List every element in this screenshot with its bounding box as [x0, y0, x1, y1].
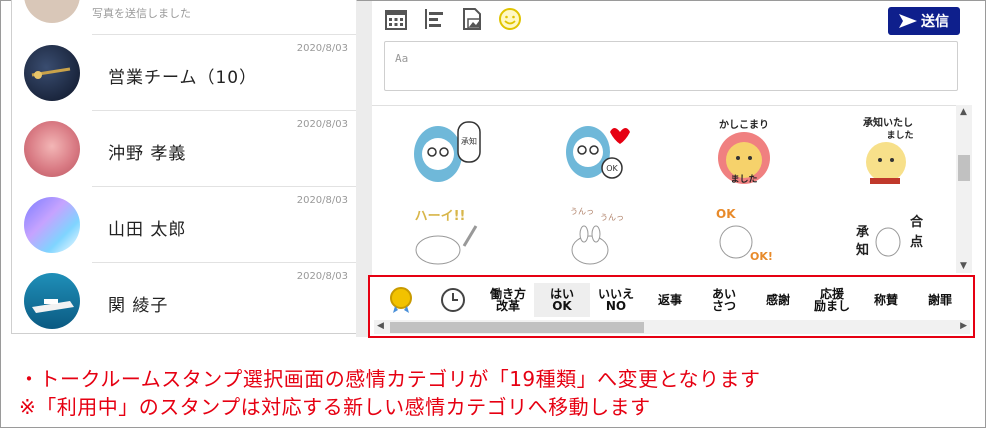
svg-text:かしこまり: かしこまり [719, 119, 769, 131]
svg-text:ハーイ!!: ハーイ!! [415, 209, 466, 224]
svg-text:OK: OK [606, 164, 618, 173]
svg-text:うんっ: うんっ [600, 213, 624, 222]
category-henji[interactable]: 返事 [642, 283, 698, 317]
notice-line-1: ・トークルームスタンプ選択画面の感情カテゴリが「19種類」へ変更となります [19, 367, 761, 391]
stamp-bear-kashikomari[interactable]: かしこまり ました [696, 114, 792, 190]
svg-text:OK!: OK! [750, 250, 773, 263]
chat-date: 2020/8/03 [296, 271, 348, 282]
category-shazai[interactable]: 謝罪 [912, 283, 968, 317]
medal-icon [390, 287, 412, 313]
avatar [24, 45, 80, 101]
scroll-up-icon[interactable]: ▲ [960, 107, 967, 117]
emoji-icon[interactable] [498, 7, 522, 31]
chat-name: 沖野 孝義 [108, 144, 187, 164]
category-iie[interactable]: いいえ NO [588, 283, 644, 317]
clock-icon [441, 288, 465, 312]
image-icon[interactable] [460, 7, 484, 31]
chat-row[interactable]: 関 綾子 2020/8/03 [12, 263, 356, 333]
svg-text:承知: 承知 [461, 136, 477, 146]
app-frame: 写真を送信しました 営業チーム（10） 2020/8/03 沖野 孝義 2020… [0, 0, 986, 428]
stamp-rabbit-ok[interactable]: OK OK! [696, 196, 792, 272]
svg-text:合: 合 [910, 214, 924, 230]
chat-row[interactable]: 営業チーム（10） 2020/8/03 [12, 35, 356, 111]
category-medal[interactable] [382, 283, 420, 317]
send-button[interactable]: 送信 [888, 7, 960, 35]
input-placeholder: Aa [395, 52, 409, 65]
chat-list: 写真を送信しました 営業チーム（10） 2020/8/03 沖野 孝義 2020… [11, 0, 357, 334]
compose-toolbar: 送信 [372, 1, 974, 41]
category-bar: 働き方 改革 はい OK いいえ NO 返事 あい さつ 感謝 応援 励まし 称… [368, 275, 975, 338]
last-message: 写真を送信しました [92, 7, 191, 20]
chat-name: 営業チーム（10） [108, 68, 258, 88]
chat-date: 2020/8/03 [296, 195, 348, 206]
svg-text:点: 点 [910, 234, 923, 250]
svg-text:承: 承 [856, 225, 869, 240]
message-input[interactable]: Aa [384, 41, 958, 91]
avatar [24, 197, 80, 253]
scroll-down-icon[interactable]: ▼ [960, 261, 967, 271]
svg-text:知: 知 [856, 242, 869, 258]
svg-text:ました: ました [730, 174, 757, 185]
stamp-scrollbar[interactable]: ▲ ▼ [956, 105, 972, 273]
notice-line-2: ※「利用中」のスタンプは対応する新しい感情カテゴリへ移動します [19, 395, 651, 419]
svg-text:ました: ました [886, 130, 913, 141]
chat-date: 2020/8/03 [296, 119, 348, 130]
chat-date: 2020/8/03 [296, 43, 348, 54]
scroll-right-icon[interactable]: ▶ [960, 321, 967, 331]
avatar [24, 273, 80, 329]
send-label: 送信 [921, 13, 949, 29]
stamp-hood-shoushi[interactable]: 承知 [404, 114, 500, 190]
svg-text:承知いたし: 承知いたし [863, 116, 913, 129]
stamp-grid: 承知 OK かしこまり ました 承知いたし ました ハーイ!! うんっ うんっ OK O… [372, 105, 956, 274]
category-hatarakikata[interactable]: 働き方 改革 [480, 283, 536, 317]
align-left-icon[interactable] [422, 7, 446, 31]
avatar [24, 121, 80, 177]
chat-row[interactable]: 山田 太郎 2020/8/03 [12, 187, 356, 263]
stamp-bear-shouchi[interactable]: 承知いたし ました [840, 114, 936, 190]
category-shousan[interactable]: 称賛 [858, 283, 914, 317]
category-kansha[interactable]: 感謝 [750, 283, 806, 317]
chat-name: 山田 太郎 [108, 220, 187, 240]
chat-row-partial[interactable]: 写真を送信しました [12, 0, 356, 35]
scroll-thumb[interactable] [958, 155, 970, 181]
scroll-thumb[interactable] [390, 322, 644, 333]
category-hai[interactable]: はい OK [534, 283, 590, 317]
avatar [24, 0, 80, 23]
calendar-icon[interactable] [384, 7, 408, 31]
stamp-rabbit-hai[interactable]: ハーイ!! [404, 196, 500, 272]
svg-text:うんっ: うんっ [570, 207, 594, 216]
send-icon [899, 14, 917, 28]
category-scrollbar[interactable]: ◀ ▶ [374, 320, 970, 334]
stamp-rabbit-un[interactable]: うんっ うんっ [550, 196, 646, 272]
chat-row[interactable]: 沖野 孝義 2020/8/03 [12, 111, 356, 187]
category-history[interactable] [434, 283, 472, 317]
stamp-hood-ok[interactable]: OK [550, 114, 646, 190]
svg-text:OK: OK [716, 207, 736, 221]
category-ouen[interactable]: 応援 励まし [804, 283, 860, 317]
scroll-left-icon[interactable]: ◀ [377, 321, 384, 331]
chat-name: 関 綾子 [108, 296, 169, 316]
stamp-rabbit-shouchi[interactable]: 承知 合点 [840, 196, 936, 272]
category-aisatsu[interactable]: あい さつ [696, 283, 752, 317]
